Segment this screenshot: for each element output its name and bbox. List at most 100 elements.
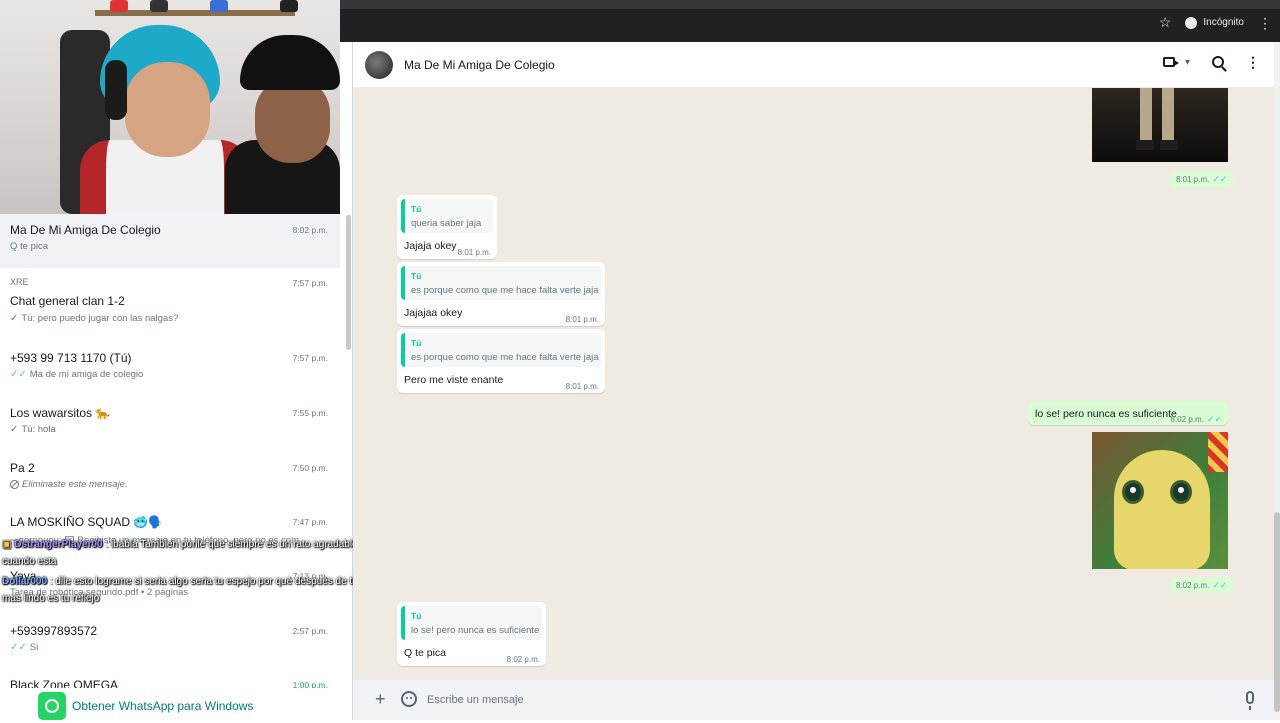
- whatsapp-logo-icon: [38, 692, 66, 720]
- chat-preview-text: Q te pica: [10, 241, 49, 252]
- chat-preview-text: Ma de mi amiga de colegio: [29, 369, 144, 380]
- chat-list-item[interactable]: LA MOSKIÑO SQUAD 🥶🗣️ 7:47 p.m. ~ логроно…: [0, 506, 340, 560]
- bookmark-star-icon[interactable]: ☆: [1159, 14, 1172, 31]
- chat-list-item[interactable]: +593997893572 2:57 p.m. ✓✓ Si: [0, 615, 340, 669]
- incoming-message[interactable]: Tú queria saber jaja Jajaja okey 8:01 p.…: [397, 195, 497, 259]
- outgoing-message[interactable]: lo se! pero nunca es suficiente 8:02 p.m…: [1028, 401, 1228, 425]
- chat-list-item[interactable]: Los wawarsitos 🐆 7:55 p.m. ✓ Tú: hola: [0, 397, 340, 451]
- quote-author: Tú: [411, 338, 422, 348]
- chat-preview: ✓ Tú: pero puedo jugar con las nalgas?: [10, 313, 178, 324]
- incoming-message[interactable]: Tú es porque como que me hace falta vert…: [397, 329, 605, 393]
- search-icon[interactable]: [1212, 56, 1224, 68]
- quote-text: es porque como que me hace falta verte j…: [411, 285, 599, 296]
- single-tick-icon: ✓: [10, 313, 19, 324]
- video-call-button[interactable]: ▾: [1162, 56, 1190, 68]
- sent-image[interactable]: [1092, 432, 1228, 569]
- attach-plus-icon[interactable]: +: [375, 689, 386, 709]
- chat-time: 7:57 p.m.: [292, 278, 328, 288]
- quote-text: lo se! pero nunca es suficiente: [411, 625, 540, 636]
- quote-author: Tú: [411, 204, 422, 214]
- chat-name: Los wawarsitos 🐆: [10, 406, 111, 420]
- image-detail: [1136, 140, 1154, 150]
- video-camera-icon: [1162, 57, 1179, 67]
- single-tick-icon: ✓: [10, 424, 19, 435]
- tab-strip: [340, 0, 1280, 9]
- scrollbar-thumb[interactable]: [1274, 512, 1280, 712]
- quoted-message[interactable]: Tú es porque como que me hace falta vert…: [401, 266, 601, 300]
- deleted-message-icon: [10, 480, 19, 489]
- chat-name: Chat general clan 1-2: [10, 294, 125, 308]
- chat-list-scrollbar[interactable]: [346, 215, 351, 350]
- message-meta: 8:01 p.m. ✓✓: [1170, 172, 1234, 187]
- double-tick-icon: ✓✓: [10, 369, 27, 380]
- message-time: 8:01 p.m.: [1176, 175, 1210, 184]
- message-time: 8:02 p.m.: [1170, 415, 1204, 424]
- incoming-message[interactable]: Tú lo se! pero nunca es suficiente Q te …: [397, 602, 546, 666]
- quoted-message[interactable]: Tú queria saber jaja: [401, 199, 493, 233]
- chat-preview: Q te pica: [10, 241, 48, 252]
- contact-name[interactable]: Ma De Mi Amiga De Colegio: [404, 58, 555, 72]
- message-text: lo se! pero nunca es suficiente: [1035, 408, 1177, 420]
- message-meta: 8:02 p.m. ✓✓: [1170, 578, 1234, 593]
- chat-group-label: XRE: [10, 277, 29, 287]
- toy: [110, 0, 128, 12]
- browser-menu-icon[interactable]: ⋮: [1258, 16, 1272, 30]
- chat-list: Ma De Mi Amiga De Colegio 8:02 p.m. Q te…: [0, 214, 340, 720]
- chat-preview: Eliminaste este mensaje.: [10, 479, 128, 490]
- double-tick-icon: ✓✓: [10, 642, 27, 653]
- chat-name: Ma De Mi Amiga De Colegio: [10, 223, 161, 237]
- chat-name: Pa 2: [10, 461, 35, 475]
- chat-preview-text: Eliminaste este mensaje.: [22, 479, 128, 490]
- menu-icon[interactable]: ⋮: [1246, 55, 1260, 69]
- avatar[interactable]: [365, 51, 393, 79]
- chat-preview: ✓✓ Ma de mi amiga de colegio: [10, 369, 143, 380]
- chat-list-item[interactable]: Ma De Mi Amiga De Colegio 8:02 p.m. Q te…: [0, 214, 340, 268]
- chat-time: 7:57 p.m.: [292, 353, 328, 363]
- chat-list-item[interactable]: Pa 2 7:50 p.m. Eliminaste este mensaje.: [0, 452, 340, 506]
- chat-preview-text: Si: [29, 642, 39, 653]
- guest-face: [255, 78, 330, 163]
- quoted-message[interactable]: Tú lo se! pero nunca es suficiente: [401, 606, 542, 640]
- quoted-message[interactable]: Tú es porque como que me hace falta vert…: [401, 333, 601, 367]
- get-whatsapp-link[interactable]: Obtener WhatsApp para Windows: [72, 699, 253, 713]
- chat-list-item[interactable]: XRE Chat general clan 1-2 7:57 p.m. ✓ Tú:…: [0, 277, 340, 333]
- message-input[interactable]: [419, 686, 1229, 714]
- streamer-face: [125, 62, 210, 157]
- chat-time: 7:55 p.m.: [292, 408, 328, 418]
- conversation-header[interactable]: Ma De Mi Amiga De Colegio ▾ ⋮: [353, 42, 1274, 88]
- sent-image[interactable]: [1092, 88, 1228, 162]
- toy: [280, 0, 298, 12]
- guest-cap: [240, 35, 340, 90]
- message-time: 8:02 p.m.: [506, 655, 540, 664]
- stream-chat-user: Dollar000: [2, 576, 48, 587]
- image-detail: [1114, 450, 1210, 569]
- message-area-scrollbar[interactable]: [1274, 42, 1280, 720]
- chat-preview: ✓✓ Si: [10, 642, 38, 653]
- message-time: 8:01 p.m.: [565, 382, 599, 391]
- chat-preview-text: Tú: pero puedo jugar con las nalgas?: [21, 313, 179, 324]
- stream-chat-text: : dile esto lograme si seria algo seria …: [49, 576, 365, 587]
- chevron-down-icon: ▾: [1184, 56, 1190, 68]
- browser-toolbar: ☆ Incógnito ⋮: [340, 0, 1280, 42]
- message-meta: 8:02 p.m. ✓✓: [1171, 414, 1222, 425]
- message-composer: +: [353, 680, 1274, 720]
- incoming-message[interactable]: Tú es porque como que me hace falta vert…: [397, 262, 605, 326]
- image-detail: [1122, 480, 1144, 504]
- chat-time: 8:02 p.m.: [292, 225, 328, 235]
- quote-author: Tú: [411, 611, 422, 621]
- stream-chat-user: DstrangerPlayer00: [14, 539, 103, 550]
- get-whatsapp-banner[interactable]: Obtener WhatsApp para Windows: [0, 688, 352, 720]
- message-area[interactable]: 8:01 p.m. ✓✓ Tú queria saber jaja Jajaja …: [353, 88, 1274, 680]
- stream-chat-message: Dollar000 : dile esto lograme si seria a…: [2, 576, 365, 587]
- stream-chat-message: ▣ DstrangerPlayer00 : ibabla Tambien pon…: [2, 539, 358, 550]
- microphone-icon[interactable]: [1246, 691, 1254, 710]
- incognito-indicator[interactable]: Incógnito: [1185, 16, 1244, 29]
- chat-list-item[interactable]: Yaya 7:13 p.m. Tarea de robótica segundo…: [0, 560, 340, 614]
- chat-list-item[interactable]: +593 99 713 1170 (Tú) 7:57 p.m. ✓✓ Ma de …: [0, 342, 340, 396]
- image-detail: [1170, 480, 1192, 504]
- message-time: 8:02 p.m.: [1176, 581, 1210, 590]
- quote-author: Tú: [411, 271, 422, 281]
- emoji-sticker-icon[interactable]: [401, 691, 417, 707]
- toy: [210, 0, 228, 12]
- chat-name: +593997893572: [10, 624, 98, 638]
